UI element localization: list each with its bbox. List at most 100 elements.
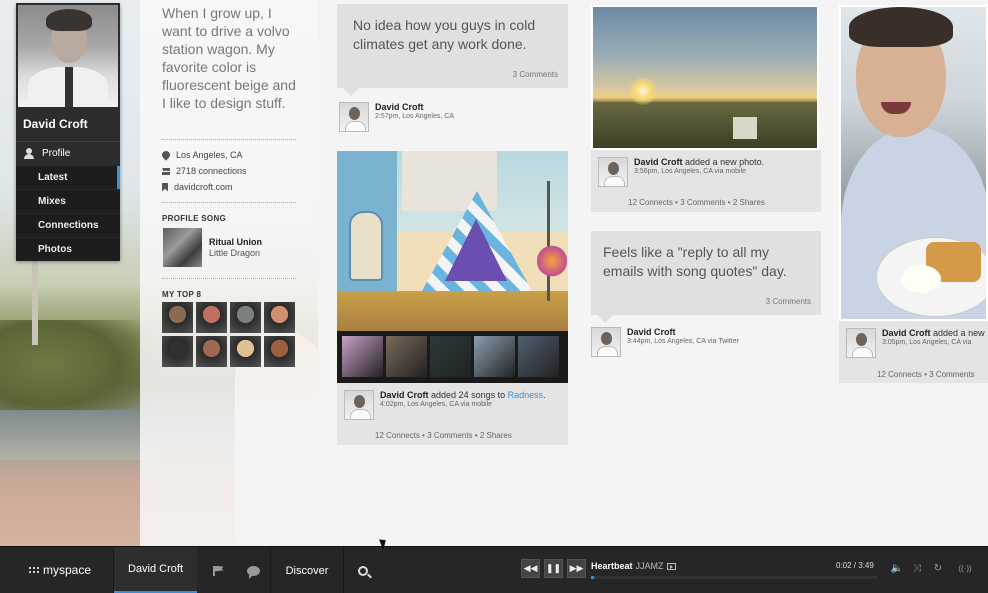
profile-avatar[interactable]: [18, 5, 118, 107]
post-author: David Croft 3:44pm, Los Angeles, CA via …: [591, 327, 739, 357]
shares-link[interactable]: 2 Shares: [733, 198, 765, 207]
profile-link-label: Profile: [42, 148, 71, 159]
nav-item-photos[interactable]: Photos: [16, 237, 120, 261]
album-cover[interactable]: [518, 336, 559, 377]
connects-link[interactable]: 12 Connects: [628, 198, 673, 207]
top8-friend[interactable]: [196, 336, 227, 367]
top8-friend[interactable]: [196, 302, 227, 333]
author-avatar[interactable]: [339, 102, 369, 132]
album-cover[interactable]: [430, 336, 471, 377]
album-cover[interactable]: [474, 336, 515, 377]
comments-link[interactable]: 3 Comments: [929, 370, 974, 379]
stats-separator: •: [474, 431, 478, 440]
myspace-logo[interactable]: myspace: [28, 563, 91, 577]
bookmark-icon: [162, 182, 168, 192]
previous-track-button[interactable]: ◀◀: [521, 559, 540, 578]
myspace-logo-icon: [28, 566, 40, 574]
discover-tab[interactable]: Discover: [271, 547, 343, 593]
repeat-icon[interactable]: ↻: [932, 563, 944, 574]
connections-text: 2718 connections: [176, 166, 247, 176]
post-headline: David Croft added a new photo.: [634, 157, 764, 167]
sunset-photo[interactable]: [591, 5, 819, 150]
website-link[interactable]: davidcroft.com: [174, 182, 233, 192]
comments-link[interactable]: 3 Comments: [766, 297, 811, 306]
profile-song-artist[interactable]: Little Dragon: [209, 248, 260, 258]
post-headline: David Croft added 24 songs to Radness.: [380, 390, 560, 400]
profile-song-cover[interactable]: [163, 228, 202, 267]
search-button[interactable]: [344, 547, 382, 593]
post-author: David Croft added 24 songs to Radness. 4…: [344, 390, 560, 420]
profile-song-title[interactable]: Ritual Union: [209, 237, 262, 247]
nav-item-connections[interactable]: Connections: [16, 213, 120, 237]
mural-photo[interactable]: [337, 151, 568, 331]
profile-nav: Latest Mixes Connections Photos: [16, 165, 120, 261]
author-name[interactable]: David Croft: [627, 327, 739, 337]
bio-text: When I grow up, I want to drive a volvo …: [162, 5, 296, 111]
person-icon: [24, 148, 34, 159]
post-meta: 3:44pm, Los Angeles, CA via Twitter: [627, 338, 739, 345]
nav-item-mixes[interactable]: Mixes: [16, 189, 120, 213]
user-tab[interactable]: David Croft: [114, 547, 197, 593]
now-playing[interactable]: Heartbeat JJAMZ: [591, 561, 676, 571]
author-avatar[interactable]: [598, 157, 628, 187]
shuffle-icon[interactable]: ⤨: [911, 563, 923, 574]
volume-icon[interactable]: 🔈: [891, 563, 903, 574]
profile-name: David Croft: [23, 117, 88, 131]
video-icon[interactable]: [666, 562, 676, 570]
profile-song-heading: PROFILE SONG: [162, 214, 227, 223]
stats-separator: •: [422, 431, 425, 440]
top8-friend[interactable]: [162, 302, 193, 333]
shares-link[interactable]: 2 Shares: [480, 431, 512, 440]
status-text: No idea how you guys in cold climates ge…: [353, 17, 536, 52]
top8-friend[interactable]: [264, 336, 295, 367]
next-track-button[interactable]: ▶▶: [567, 559, 586, 578]
pause-button[interactable]: ❚❚: [544, 559, 563, 578]
author-name[interactable]: David Croft: [375, 102, 454, 112]
post-meta: 2:57pm, Los Angeles, CA: [375, 113, 454, 120]
connects-link[interactable]: 12 Connects: [375, 431, 420, 440]
top8-friend[interactable]: [162, 336, 193, 367]
chat-icon: [246, 565, 260, 579]
messages-button[interactable]: [242, 547, 264, 593]
author-name[interactable]: David Croft: [634, 157, 683, 167]
track-title[interactable]: Heartbeat: [591, 561, 633, 571]
connects-link[interactable]: 12 Connects: [877, 370, 922, 379]
portrait-photo[interactable]: [839, 5, 988, 321]
status-card[interactable]: No idea how you guys in cold climates ge…: [337, 4, 568, 88]
comments-link[interactable]: 3 Comments: [513, 70, 558, 79]
top8-friend[interactable]: [230, 336, 261, 367]
track-artist[interactable]: JJAMZ: [636, 561, 664, 571]
top8-friend[interactable]: [230, 302, 261, 333]
comments-link[interactable]: 3 Comments: [427, 431, 472, 440]
flag-button[interactable]: [207, 547, 229, 593]
author-avatar[interactable]: [846, 328, 876, 358]
author-avatar[interactable]: [344, 390, 374, 420]
author-name[interactable]: David Croft: [380, 390, 429, 400]
playlist-link[interactable]: Radness: [508, 390, 544, 400]
people-icon: [162, 167, 170, 175]
post-stats: 12 Connects • 3 Comments • 2 Shares: [628, 198, 765, 207]
location-text: Los Angeles, CA: [176, 150, 243, 160]
post-author: David Croft 2:57pm, Los Angeles, CA: [339, 102, 454, 132]
progress-fill: [591, 576, 594, 579]
progress-bar[interactable]: [591, 576, 877, 579]
radio-icon[interactable]: ((·)): [955, 563, 975, 574]
profile-link[interactable]: Profile: [16, 141, 120, 165]
post-meta: 4:02pm, Los Angeles, CA via mobile: [380, 401, 493, 408]
bio-divider: [162, 139, 296, 140]
album-cover[interactable]: [342, 336, 383, 377]
search-icon: [358, 565, 368, 576]
top8-grid: [162, 302, 296, 367]
author-name[interactable]: David Croft: [882, 328, 931, 338]
nav-item-latest[interactable]: Latest: [16, 165, 120, 189]
connections-row[interactable]: 2718 connections: [162, 166, 247, 176]
post-action-suffix: .: [543, 390, 546, 400]
status-card[interactable]: Feels like a "reply to all my emails wit…: [591, 231, 821, 315]
top8-friend[interactable]: [264, 302, 295, 333]
author-avatar[interactable]: [591, 327, 621, 357]
website-row[interactable]: davidcroft.com: [162, 182, 233, 192]
album-cover[interactable]: [386, 336, 427, 377]
bio-divider: [162, 278, 296, 279]
comments-link[interactable]: 3 Comments: [680, 198, 725, 207]
status-bubble-tail: [343, 88, 359, 96]
